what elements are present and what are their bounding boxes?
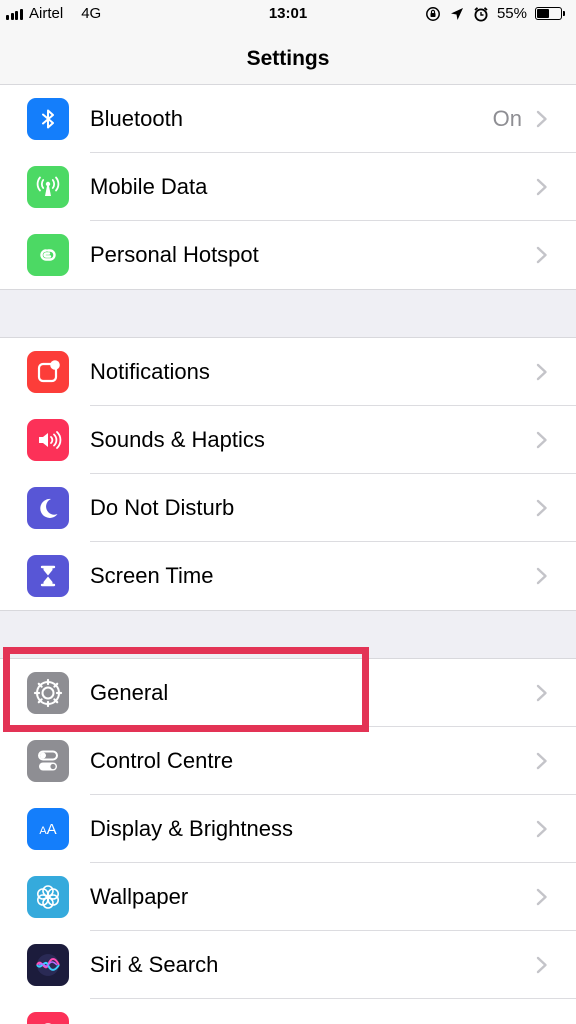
chevron-right-icon [536, 684, 547, 702]
chevron-right-icon [536, 363, 547, 381]
settings-group-general: General Control Centre AA Display & Brig… [0, 658, 576, 1024]
chevron-right-icon [536, 820, 547, 838]
page-title: Settings [246, 47, 330, 70]
settings-row-label: Screen Time [90, 563, 214, 588]
settings-row-screen-time[interactable]: Screen Time [0, 542, 576, 610]
settings-row-mobile-data[interactable]: Mobile Data [0, 153, 576, 221]
text-size-icon: AA [27, 808, 69, 850]
settings-row-general[interactable]: General [0, 659, 576, 727]
settings-row-label: Wallpaper [90, 884, 189, 909]
hourglass-icon [27, 555, 69, 597]
battery-icon [535, 7, 565, 20]
chevron-right-icon [536, 752, 547, 770]
settings-group-connectivity: Bluetooth On Mobile Data Personal Hotspo… [0, 84, 576, 290]
settings-group-notifications: Notifications Sounds & Haptics Do Not Di… [0, 337, 576, 611]
settings-row-label: Mobile Data [90, 174, 208, 199]
battery-percentage: 55% [496, 5, 527, 22]
gear-icon [27, 672, 69, 714]
settings-row-label: Bluetooth [90, 106, 183, 131]
settings-row-siri-search[interactable]: Siri & Search [0, 931, 576, 999]
chevron-right-icon [536, 567, 547, 585]
flower-icon [27, 876, 69, 918]
status-right: 55% [425, 5, 565, 22]
svg-text:AA: AA [39, 821, 56, 838]
toggles-icon [27, 740, 69, 782]
settings-row-label: Display & Brightness [90, 816, 293, 841]
settings-row-label: Do Not Disturb [90, 495, 235, 520]
bluetooth-icon [27, 98, 69, 140]
status-bar: Airtel 4G 13:01 55% [0, 0, 576, 32]
navigation-bar: Settings [0, 32, 576, 90]
settings-row-label: Siri & Search [90, 952, 219, 977]
settings-row-personal-hotspot[interactable]: Personal Hotspot [0, 221, 576, 289]
settings-row-notifications[interactable]: Notifications [0, 338, 576, 406]
touch-id-icon [27, 1012, 69, 1024]
settings-row-label: Sounds & Haptics [90, 427, 265, 452]
settings-row-label: Control Centre [90, 748, 234, 773]
chevron-right-icon [536, 499, 547, 517]
chevron-right-icon [536, 246, 547, 264]
settings-row-display-brightness[interactable]: AA Display & Brightness [0, 795, 576, 863]
settings-row-bluetooth[interactable]: Bluetooth On [0, 85, 576, 153]
chevron-right-icon [536, 431, 547, 449]
chevron-right-icon [536, 888, 547, 906]
chevron-right-icon [536, 178, 547, 196]
speaker-icon [27, 419, 69, 461]
settings-row-wallpaper[interactable]: Wallpaper [0, 863, 576, 931]
moon-icon [27, 487, 69, 529]
location-icon [449, 6, 465, 22]
settings-row-control-centre[interactable]: Control Centre [0, 727, 576, 795]
chevron-right-icon [536, 956, 547, 974]
chevron-right-icon [536, 110, 547, 128]
bluetooth-status-value: On [492, 106, 522, 131]
battery-fill [537, 9, 550, 18]
notifications-icon [27, 351, 69, 393]
settings-row-label: Notifications [90, 359, 210, 384]
battery-nub [563, 11, 565, 16]
antenna-icon [27, 166, 69, 208]
alarm-icon [473, 6, 489, 22]
settings-row-label: General [90, 680, 169, 705]
orientation-lock-icon [425, 6, 441, 22]
settings-row-do-not-disturb[interactable]: Do Not Disturb [0, 474, 576, 542]
hotspot-icon [27, 234, 69, 276]
settings-row-sounds-haptics[interactable]: Sounds & Haptics [0, 406, 576, 474]
settings-row-touch-id[interactable] [0, 999, 576, 1024]
siri-icon [27, 944, 69, 986]
settings-row-label: Personal Hotspot [90, 242, 259, 267]
